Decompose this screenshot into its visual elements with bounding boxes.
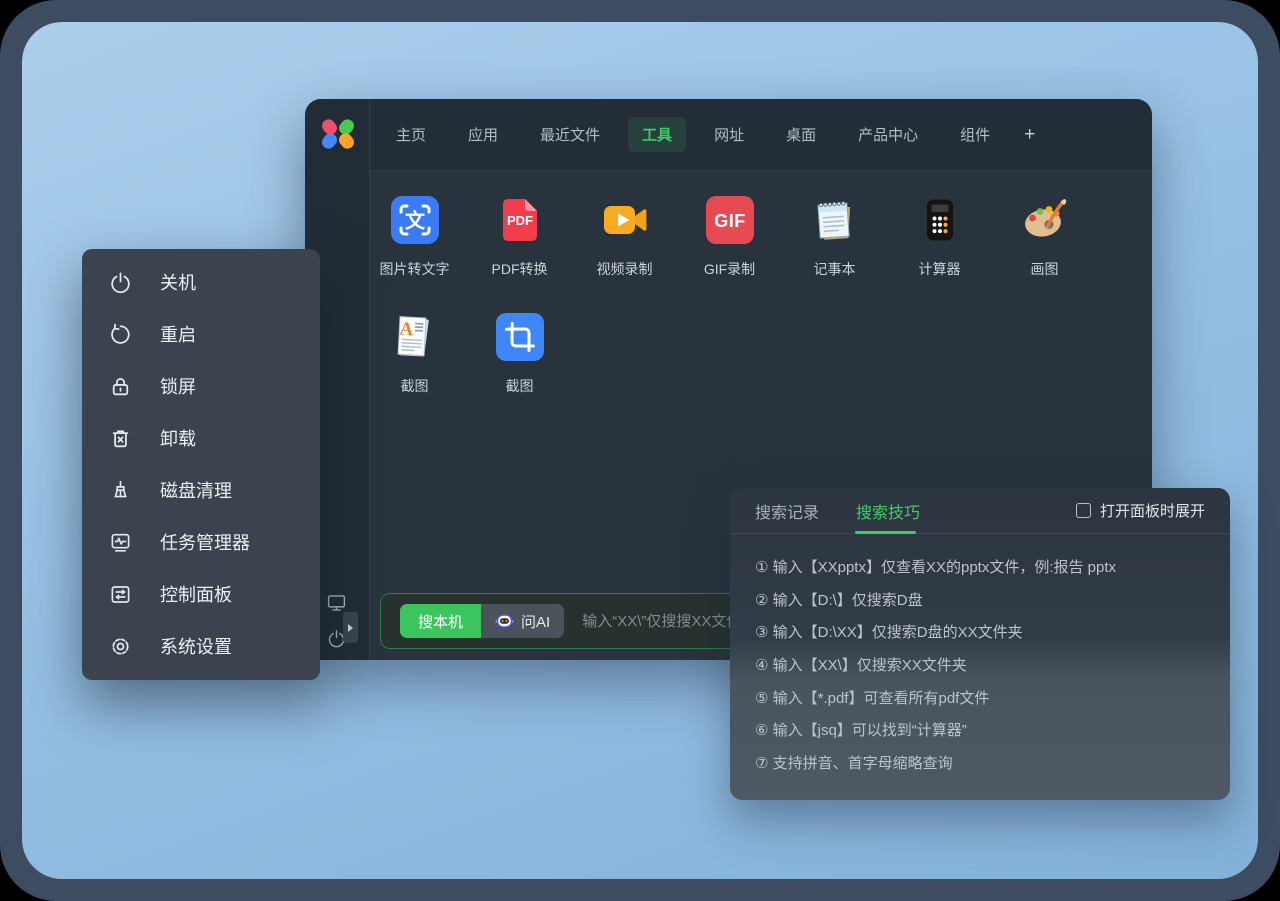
tool-label: 截图 bbox=[401, 376, 429, 396]
restart-icon bbox=[108, 322, 133, 347]
menu-item-control-panel[interactable]: 控制面板 bbox=[82, 568, 320, 620]
tool-label: 截图 bbox=[506, 376, 534, 396]
menu-label: 重启 bbox=[160, 321, 196, 347]
tab-search-history[interactable]: 搜索记录 bbox=[755, 499, 819, 523]
tool-gif-record[interactable]: GIF GIF录制 bbox=[677, 196, 782, 279]
power-icon bbox=[108, 270, 133, 295]
wordpad-icon: A bbox=[391, 313, 439, 361]
main-tab-bar: 主页 应用 最近文件 工具 网址 桌面 产品中心 组件 + bbox=[382, 117, 1041, 152]
menu-label: 磁盘清理 bbox=[160, 477, 232, 503]
app-logo-icon[interactable] bbox=[323, 119, 353, 149]
svg-text:PDF: PDF bbox=[507, 213, 533, 228]
tab-search-tips[interactable]: 搜索技巧 bbox=[856, 499, 920, 523]
tab-recent-files[interactable]: 最近文件 bbox=[526, 117, 614, 152]
tab-tools[interactable]: 工具 bbox=[628, 117, 686, 152]
menu-item-uninstall[interactable]: 卸载 bbox=[82, 412, 320, 464]
checkbox-label: 打开面板时展开 bbox=[1100, 500, 1205, 521]
pdf-icon: PDF bbox=[496, 196, 544, 244]
crop-icon bbox=[496, 313, 544, 361]
video-record-icon bbox=[601, 196, 649, 244]
paint-icon bbox=[1021, 196, 1069, 244]
notepad-icon bbox=[811, 196, 859, 244]
menu-item-disk-cleanup[interactable]: 磁盘清理 bbox=[82, 464, 320, 516]
menu-item-task-manager[interactable]: 任务管理器 bbox=[82, 516, 320, 568]
task-manager-icon bbox=[108, 530, 133, 555]
search-tip: ② 输入【D:\】仅搜索D盘 bbox=[755, 583, 1205, 616]
menu-item-shutdown[interactable]: 关机 bbox=[82, 256, 320, 308]
menu-label: 任务管理器 bbox=[160, 529, 250, 555]
tools-grid-row-1: 文 图片转文字 PDF PDF转换 视频录制 GIF bbox=[362, 196, 1097, 279]
tips-panel-header: 搜索记录 搜索技巧 打开面板时展开 bbox=[730, 488, 1230, 534]
search-tip: ⑤ 输入【*.pdf】可查看所有pdf文件 bbox=[755, 681, 1205, 714]
tips-list: ① 输入【XXpptx】仅查看XX的pptx文件，例:报告 pptx ② 输入【… bbox=[730, 534, 1230, 779]
search-tip: ③ 输入【D:\XX】仅搜索D盘的XX文件夹 bbox=[755, 615, 1205, 648]
tool-label: PDF转换 bbox=[492, 259, 548, 279]
logo-petal-orange bbox=[336, 131, 356, 152]
search-tip: ① 输入【XXpptx】仅查看XX的pptx文件，例:报告 pptx bbox=[755, 550, 1205, 583]
ask-ai-button[interactable]: 问AI bbox=[481, 604, 564, 638]
tool-label: 视频录制 bbox=[597, 259, 653, 279]
tool-paint[interactable]: 画图 bbox=[992, 196, 1097, 279]
tool-label: 画图 bbox=[1031, 259, 1059, 279]
tab-urls[interactable]: 网址 bbox=[700, 117, 758, 152]
settings-gear-icon bbox=[108, 634, 133, 659]
tool-label: 计算器 bbox=[919, 259, 961, 279]
menu-label: 锁屏 bbox=[160, 373, 196, 399]
tool-calculator[interactable]: 计算器 bbox=[887, 196, 992, 279]
search-tip: ⑥ 输入【jsq】可以找到“计算器” bbox=[755, 713, 1205, 746]
logo-petal-blue bbox=[319, 131, 339, 152]
tool-screenshot-crop[interactable]: 截图 bbox=[467, 313, 572, 396]
menu-item-lock-screen[interactable]: 锁屏 bbox=[82, 360, 320, 412]
svg-text:文: 文 bbox=[405, 209, 426, 233]
calculator-icon bbox=[916, 196, 964, 244]
tab-widgets[interactable]: 组件 bbox=[946, 117, 1004, 152]
gif-record-icon: GIF bbox=[706, 196, 754, 244]
add-tab-button[interactable]: + bbox=[1018, 120, 1041, 150]
menu-label: 控制面板 bbox=[160, 581, 232, 607]
window-header: 主页 应用 最近文件 工具 网址 桌面 产品中心 组件 + bbox=[370, 99, 1152, 171]
tab-apps[interactable]: 应用 bbox=[454, 117, 512, 152]
tab-product-center[interactable]: 产品中心 bbox=[844, 117, 932, 152]
uninstall-trash-icon bbox=[108, 426, 133, 451]
lock-icon bbox=[108, 374, 133, 399]
search-mode-switch: 搜本机 问AI bbox=[400, 604, 564, 638]
checkbox-unchecked[interactable] bbox=[1076, 503, 1091, 518]
tab-home[interactable]: 主页 bbox=[382, 117, 440, 152]
expand-arrow-tab[interactable] bbox=[343, 612, 358, 643]
active-tab-underline bbox=[855, 531, 916, 534]
robot-icon bbox=[495, 613, 514, 629]
tool-label: 记事本 bbox=[814, 259, 856, 279]
svg-text:A: A bbox=[398, 319, 413, 341]
ocr-icon: 文 bbox=[391, 196, 439, 244]
ask-ai-label: 问AI bbox=[521, 611, 550, 632]
power-context-menu: 关机 重启 锁屏 卸载 bbox=[82, 249, 320, 680]
tool-screenshot-doc[interactable]: A 截图 bbox=[362, 313, 467, 396]
svg-text:GIF: GIF bbox=[714, 211, 746, 231]
disk-cleanup-icon bbox=[108, 478, 133, 503]
tool-video-record[interactable]: 视频录制 bbox=[572, 196, 677, 279]
control-panel-icon bbox=[108, 582, 133, 607]
menu-item-system-settings[interactable]: 系统设置 bbox=[82, 620, 320, 672]
menu-item-restart[interactable]: 重启 bbox=[82, 308, 320, 360]
search-tip: ⑦ 支持拼音、首字母缩略查询 bbox=[755, 746, 1205, 779]
tab-desktop[interactable]: 桌面 bbox=[772, 117, 830, 152]
search-tips-panel: 搜索记录 搜索技巧 打开面板时展开 ① 输入【XXpptx】仅查看XX的pptx… bbox=[730, 488, 1230, 800]
menu-label: 系统设置 bbox=[160, 633, 232, 659]
expand-on-open-option[interactable]: 打开面板时展开 bbox=[1076, 500, 1205, 521]
menu-label: 卸载 bbox=[160, 425, 196, 451]
tool-notepad[interactable]: 记事本 bbox=[782, 196, 887, 279]
tools-grid-row-2: A 截图 截图 bbox=[362, 313, 572, 396]
tool-label: GIF录制 bbox=[704, 259, 755, 279]
menu-label: 关机 bbox=[160, 269, 196, 295]
tool-ocr[interactable]: 文 图片转文字 bbox=[362, 196, 467, 279]
tool-label: 图片转文字 bbox=[380, 259, 450, 279]
search-local-button[interactable]: 搜本机 bbox=[400, 604, 481, 638]
tool-pdf-convert[interactable]: PDF PDF转换 bbox=[467, 196, 572, 279]
search-tip: ④ 输入【XX\】仅搜索XX文件夹 bbox=[755, 648, 1205, 681]
